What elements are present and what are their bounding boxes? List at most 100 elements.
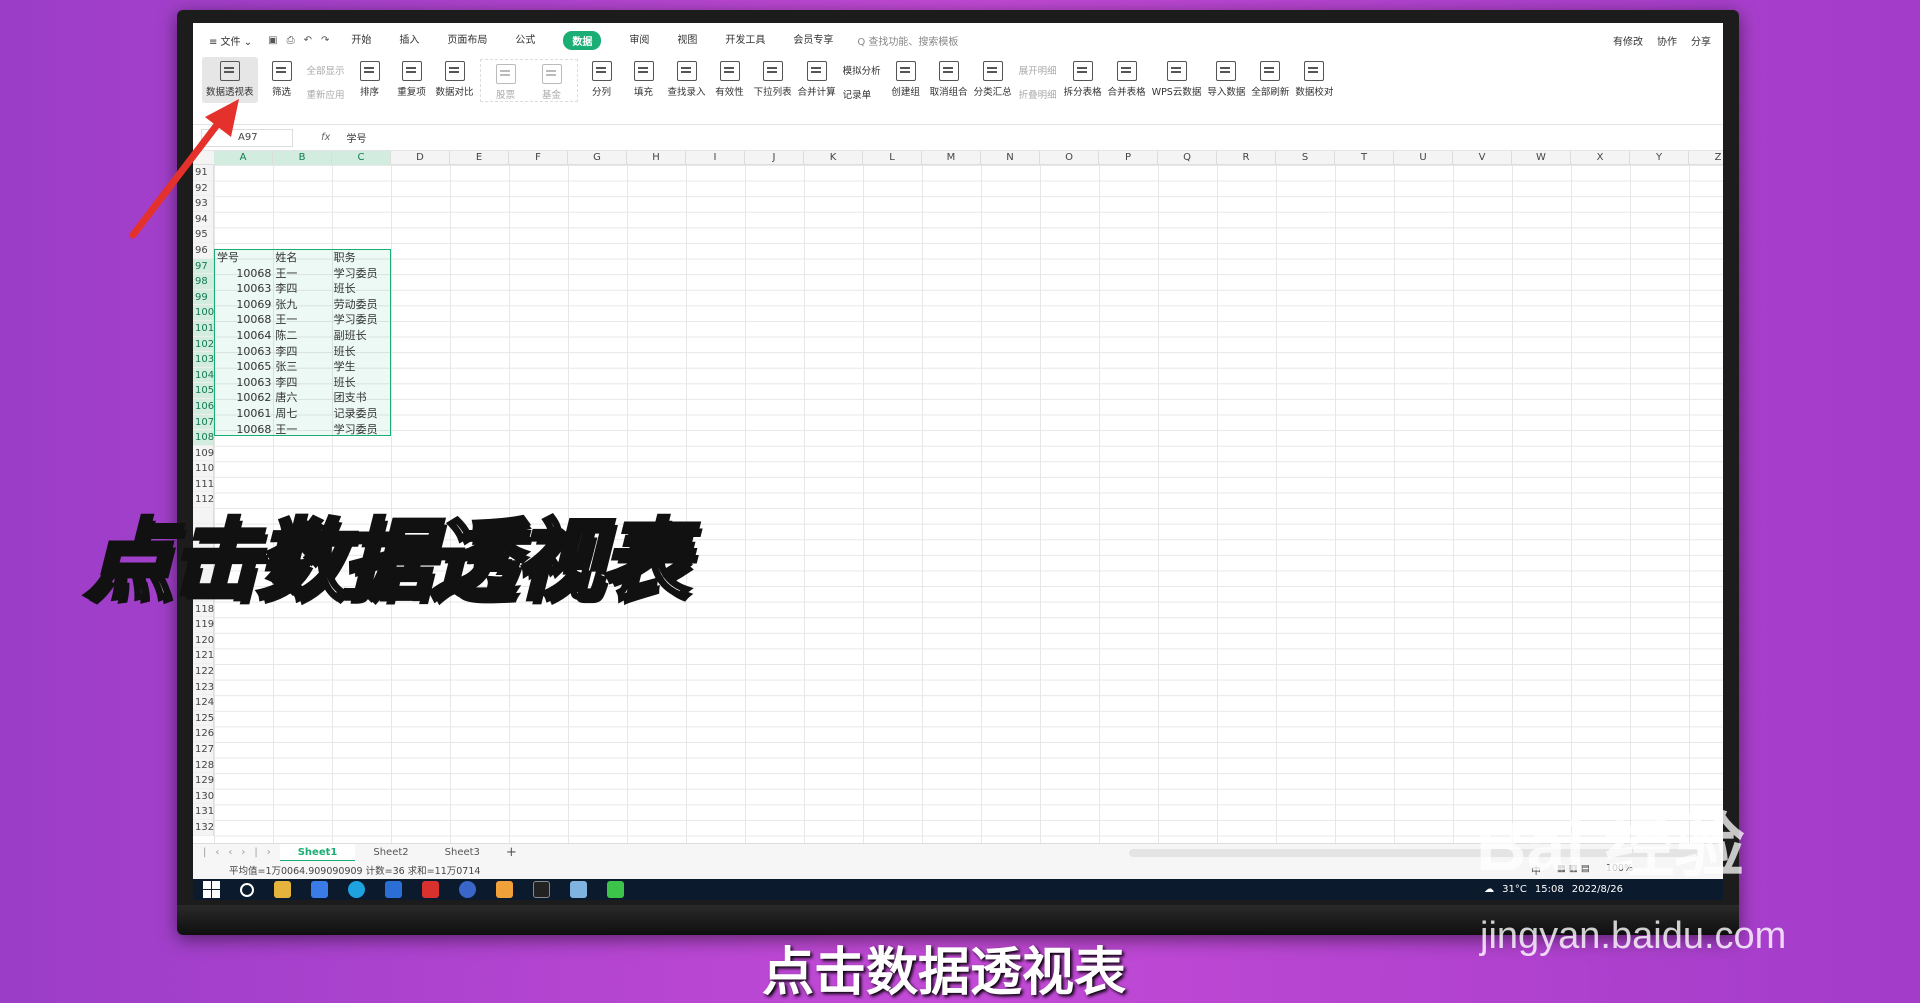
table-cell[interactable]: 王一: [273, 266, 331, 282]
ie-browser-icon[interactable]: [385, 881, 402, 898]
row-header[interactable]: 130: [193, 789, 214, 805]
row-header[interactable]: 100: [193, 305, 214, 321]
table-cell[interactable]: 10069: [215, 297, 273, 313]
row-header[interactable]: 104: [193, 367, 214, 384]
table-cell[interactable]: 学生: [332, 359, 390, 375]
row-header[interactable]: 108: [193, 430, 214, 446]
file-menu[interactable]: ≡ 文件 ⌄: [203, 31, 258, 50]
validity-button[interactable]: 有效性: [712, 57, 748, 98]
column-header[interactable]: I: [686, 151, 745, 165]
ribbon-tab[interactable]: 会员专享: [793, 31, 833, 50]
column-header[interactable]: M: [922, 151, 981, 165]
table-cell[interactable]: 唐六: [273, 390, 331, 406]
ribbon-tab[interactable]: 开始: [351, 31, 371, 50]
table-cell[interactable]: 10062: [215, 390, 273, 406]
row-header[interactable]: 96: [193, 243, 213, 259]
column-header[interactable]: X: [1571, 151, 1630, 165]
table-cell[interactable]: 张九: [273, 297, 331, 313]
row-header[interactable]: 106: [193, 398, 214, 415]
fund-button[interactable]: 基金: [534, 60, 570, 101]
fx-label[interactable]: fx: [321, 132, 330, 143]
column-header[interactable]: T: [1335, 151, 1394, 165]
selected-data-range[interactable]: 学号 姓名 职务 10068 王一 学习委员 10063 李四 班长 10069 张九 劳动委员 100…: [214, 249, 391, 436]
import-data-button[interactable]: 导入数据: [1207, 57, 1245, 98]
row-header[interactable]: 105: [193, 383, 214, 399]
table-cell[interactable]: 学习委员: [332, 312, 390, 328]
table-cell[interactable]: 10063: [215, 375, 273, 391]
column-header[interactable]: Q: [1158, 151, 1217, 165]
windows-start-icon[interactable]: [203, 881, 220, 898]
ribbon-tab[interactable]: 页面布局: [447, 31, 487, 50]
split-column-button[interactable]: 分列: [584, 57, 620, 98]
ribbon-tab[interactable]: 审阅: [629, 31, 649, 50]
column-header[interactable]: E: [450, 151, 509, 165]
column-header[interactable]: F: [509, 151, 568, 165]
menu-right-button[interactable]: 有修改: [1613, 33, 1643, 48]
edge-browser-icon[interactable]: [348, 881, 365, 898]
row-header[interactable]: 123: [193, 680, 214, 696]
consolidate-button[interactable]: 合并计算: [798, 57, 836, 98]
column-header[interactable]: J: [745, 151, 804, 165]
table-cell[interactable]: 劳动委员: [332, 297, 390, 313]
stock-button[interactable]: 股票: [488, 60, 524, 101]
column-header[interactable]: N: [981, 151, 1040, 165]
collapse-detail-button[interactable]: 折叠明细: [1019, 87, 1057, 101]
table-cell[interactable]: 10065: [215, 359, 273, 375]
row-header[interactable]: 119: [193, 617, 214, 633]
table-cell[interactable]: 10063: [215, 281, 273, 297]
simulate-analysis-button[interactable]: 模拟分析: [843, 63, 881, 77]
filter-button[interactable]: 筛选: [264, 57, 300, 98]
print-icon[interactable]: ⎙: [287, 35, 295, 46]
compare-button[interactable]: 数据对比: [436, 57, 474, 98]
column-header[interactable]: P: [1099, 151, 1158, 165]
redo-icon[interactable]: ↷: [321, 35, 329, 46]
file-explorer-icon[interactable]: [274, 881, 291, 898]
row-header[interactable]: 126: [193, 726, 214, 742]
column-header[interactable]: U: [1394, 151, 1453, 165]
sheet-nav-arrows[interactable]: |‹‹›|›: [203, 847, 280, 858]
column-header[interactable]: R: [1217, 151, 1276, 165]
menu-right-button[interactable]: 协作: [1657, 33, 1677, 48]
column-header[interactable]: G: [568, 151, 627, 165]
column-header[interactable]: S: [1276, 151, 1335, 165]
table-cell[interactable]: 周七: [273, 406, 331, 422]
row-header[interactable]: 98: [193, 274, 213, 290]
column-header[interactable]: C: [332, 151, 391, 165]
lookup-entry-button[interactable]: 查找录入: [668, 57, 706, 98]
ribbon-tab[interactable]: 数据: [563, 30, 602, 50]
row-header[interactable]: 132: [193, 820, 214, 836]
sheet-tab[interactable]: Sheet1: [279, 843, 356, 862]
table-cell[interactable]: 王一: [273, 422, 331, 438]
qq-icon[interactable]: [533, 881, 550, 898]
dropdown-list-button[interactable]: 下拉列表: [754, 57, 792, 98]
row-header[interactable]: 129: [193, 773, 214, 789]
row-header[interactable]: 120: [193, 633, 214, 649]
browser-icon[interactable]: [459, 881, 476, 898]
table-header-cell[interactable]: 姓名: [273, 250, 331, 266]
column-header[interactable]: H: [627, 151, 686, 165]
show-all-button[interactable]: 全部显示: [307, 63, 345, 77]
table-cell[interactable]: 10068: [215, 266, 273, 282]
search-app-icon[interactable]: [311, 881, 328, 898]
column-header[interactable]: B: [273, 151, 332, 165]
row-header[interactable]: 97: [193, 258, 213, 275]
table-cell[interactable]: 10063: [215, 344, 273, 360]
search-box[interactable]: Q 查找功能、搜索模板: [857, 33, 958, 48]
row-header[interactable]: 101: [193, 320, 214, 337]
table-cell[interactable]: 10061: [215, 406, 273, 422]
wechat-icon[interactable]: [607, 881, 624, 898]
refresh-all-button[interactable]: 全部刷新: [1251, 57, 1289, 98]
column-header[interactable]: K: [804, 151, 863, 165]
save-icon[interactable]: ▣: [268, 35, 277, 46]
table-cell[interactable]: 陈二: [273, 328, 331, 344]
row-header[interactable]: 99: [193, 289, 213, 306]
split-table-button[interactable]: 拆分表格: [1064, 57, 1102, 98]
notes-icon[interactable]: [570, 881, 587, 898]
create-group-button[interactable]: 创建组: [888, 57, 924, 98]
row-header[interactable]: 124: [193, 695, 214, 711]
column-header[interactable]: V: [1453, 151, 1512, 165]
sheet-tab[interactable]: Sheet3: [427, 844, 498, 862]
undo-icon[interactable]: ↶: [304, 35, 312, 46]
row-header[interactable]: 109: [193, 446, 214, 462]
column-header[interactable]: O: [1040, 151, 1099, 165]
